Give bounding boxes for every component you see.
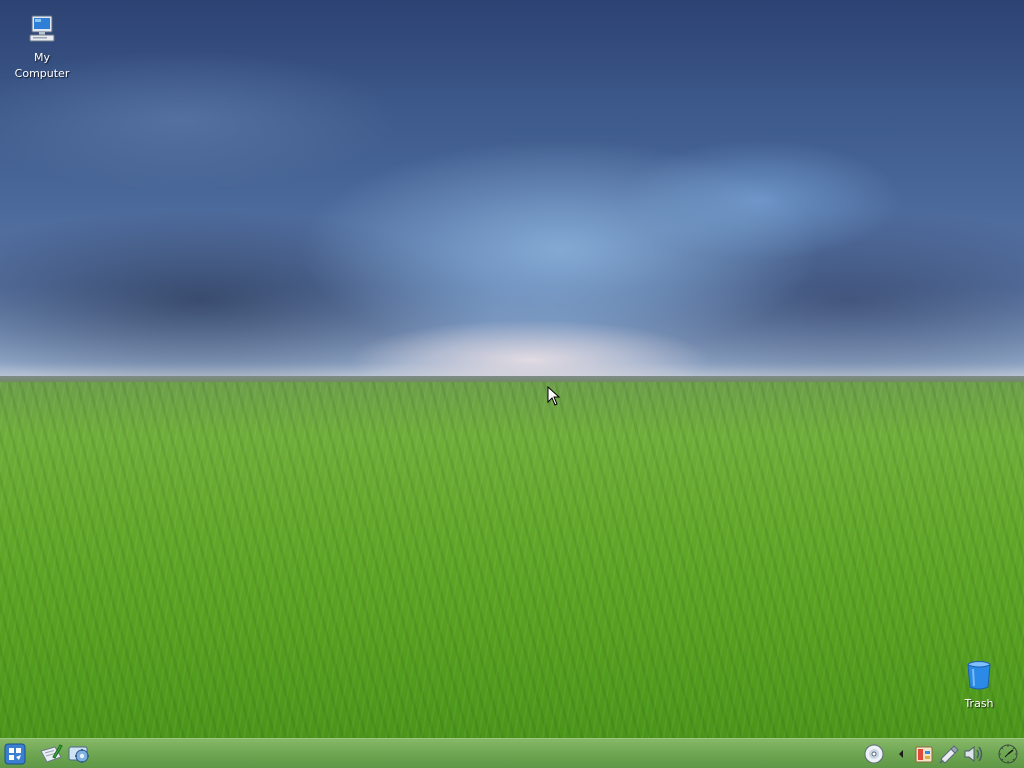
taskbar [0, 738, 1024, 768]
computer-icon [29, 15, 55, 42]
tray-expand-button[interactable] [895, 742, 907, 766]
desktop-icon-my-computer[interactable]: My Computer [4, 14, 80, 82]
tray-clock[interactable] [996, 742, 1020, 766]
desktop-icon-label: My Computer [14, 51, 70, 80]
expand-arrow-icon [899, 750, 903, 758]
settings-launcher[interactable] [67, 742, 91, 766]
package-manager-icon [915, 746, 933, 763]
start-menu-icon [4, 743, 26, 765]
desktop-icon-trash[interactable]: Trash [941, 660, 1017, 712]
settings-icon [68, 746, 89, 763]
tray-volume[interactable] [962, 742, 986, 766]
wallpaper-sky [0, 0, 1024, 382]
wallpaper-grass [0, 382, 1024, 738]
text-editor-icon [40, 744, 63, 763]
volume-icon [964, 745, 983, 763]
start-menu-button[interactable] [3, 742, 27, 766]
desktop-icon-label: Trash [964, 697, 994, 710]
cd-drive-icon [864, 744, 884, 764]
clock-icon [998, 744, 1018, 764]
network-icon [939, 745, 959, 764]
text-editor-launcher[interactable] [39, 742, 63, 766]
mouse-cursor-icon [547, 386, 561, 406]
desktop[interactable]: My Computer Trash [0, 0, 1024, 738]
tray-package-manager[interactable] [912, 742, 936, 766]
tray-cd-drive[interactable] [862, 742, 886, 766]
trash-icon [967, 661, 991, 690]
tray-network[interactable] [937, 742, 961, 766]
